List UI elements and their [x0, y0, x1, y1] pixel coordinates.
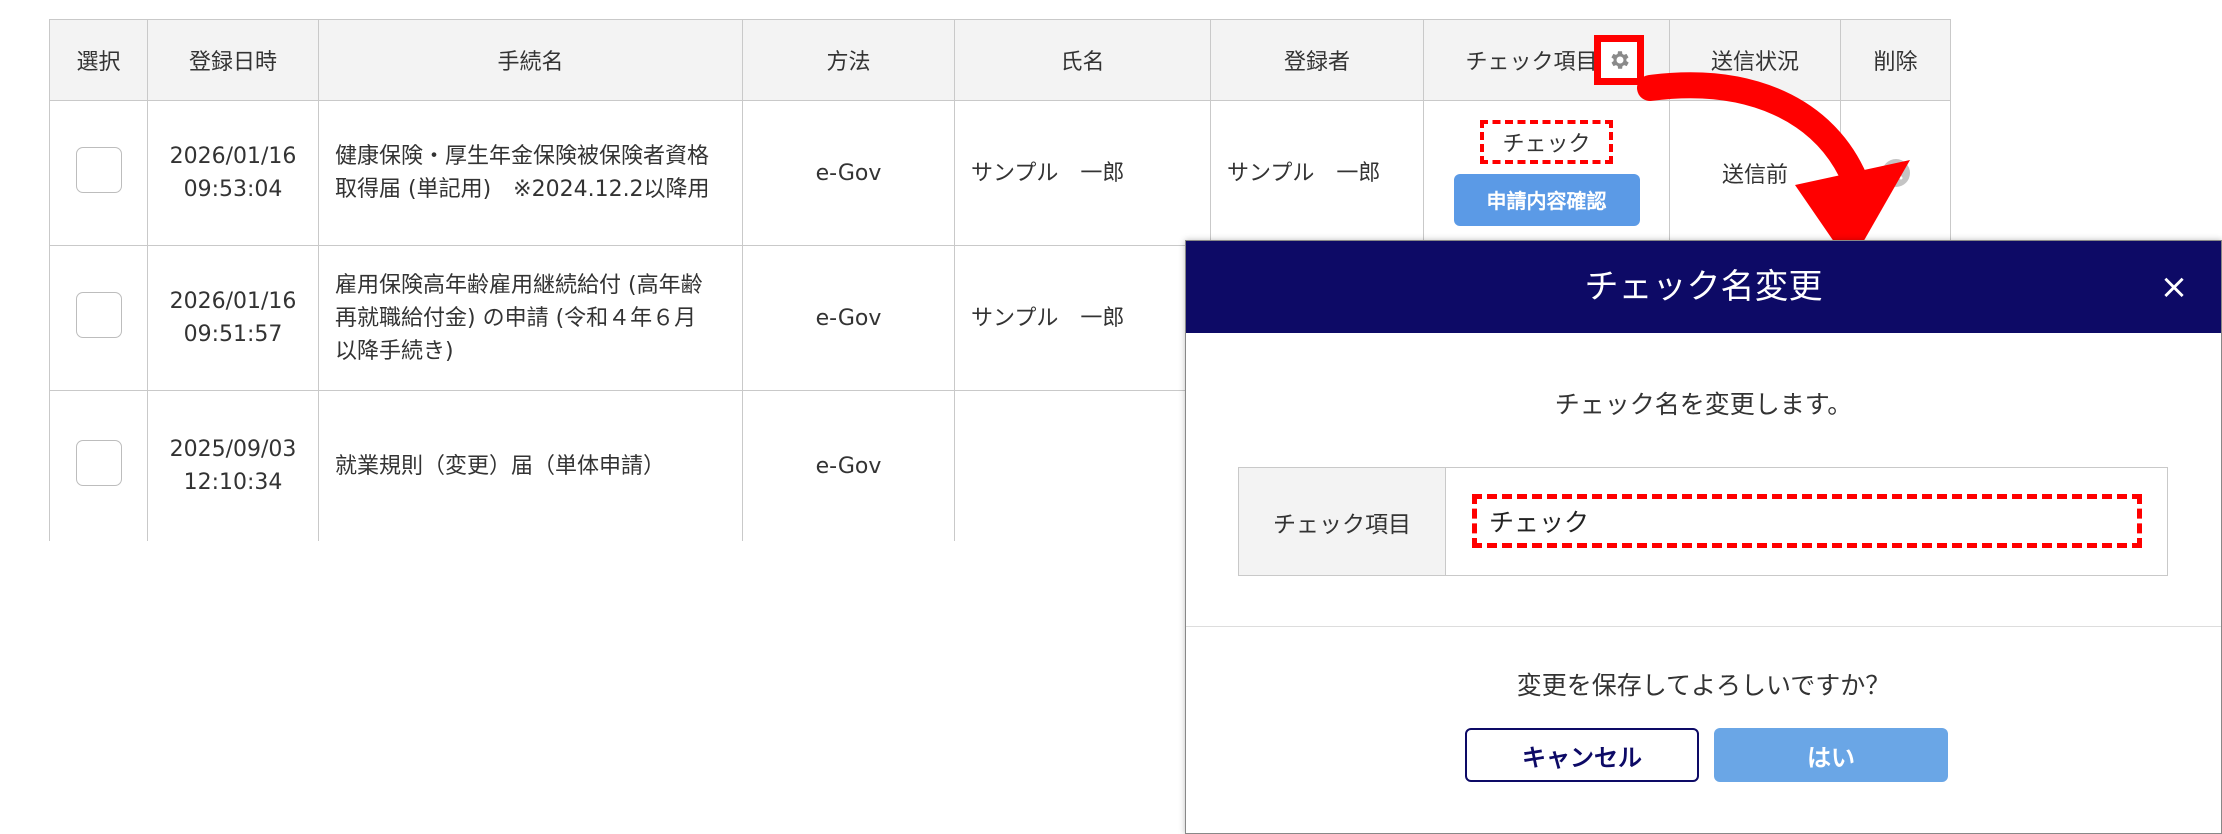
- dialog-header: チェック名変更 ×: [1186, 241, 2221, 333]
- procedure-text-line: 健康保険・厚生年金保険被保険者資格: [335, 144, 710, 169]
- registered-time: 09:51:57: [183, 322, 283, 347]
- registrant-cell: サンプル 一郎: [1210, 100, 1424, 246]
- procedure-cell: 就業規則（変更）届（単体申請）: [318, 390, 743, 541]
- registered-time: 09:53:04: [183, 177, 283, 202]
- method-cell: e-Gov: [742, 390, 955, 541]
- header-check-item-label: チェック項目: [1465, 50, 1598, 75]
- row-select-cell: [49, 100, 148, 246]
- header-registered-at: 登録日時: [147, 19, 319, 101]
- procedure-cell: 雇用保険高年齢雇用継続給付 (高年齢 再就職給付金) の申請 (令和４年６月 以…: [318, 245, 743, 391]
- name-cell: サンプル 一郎: [954, 100, 1211, 246]
- registered-date: 2026/01/16: [169, 144, 297, 169]
- yes-button[interactable]: はい: [1714, 728, 1948, 782]
- row-select-cell: [49, 390, 148, 541]
- name-cell: サンプル 一郎: [954, 245, 1211, 391]
- row-checkbox[interactable]: [75, 440, 122, 486]
- check-label: チェック: [1480, 120, 1613, 164]
- registered-date: 2026/01/16: [169, 289, 297, 314]
- procedure-text-line: 就業規則（変更）届（単体申請）: [335, 453, 666, 479]
- header-name: 氏名: [954, 19, 1211, 101]
- method-cell: e-Gov: [742, 245, 955, 391]
- cancel-button[interactable]: キャンセル: [1465, 728, 1699, 782]
- header-procedure: 手続名: [318, 19, 743, 101]
- procedure-text-line: 以降手続き): [335, 338, 454, 364]
- close-icon[interactable]: ×: [2149, 241, 2199, 333]
- registered-at-cell: 2025/09/03 12:10:34: [147, 390, 319, 541]
- check-item-field-row: チェック項目: [1238, 467, 2168, 576]
- registered-at-cell: 2026/01/16 09:53:04: [147, 100, 319, 246]
- field-label: チェック項目: [1239, 468, 1446, 575]
- procedure-text-line: 雇用保険高年齢雇用継続給付 (高年齢: [335, 272, 703, 298]
- field-input-wrap: [1446, 468, 2167, 575]
- procedure-cell: 健康保険・厚生年金保険被保険者資格 取得届 (単記用) ※2024.12.2以降…: [318, 100, 743, 246]
- registered-time: 12:10:34: [183, 470, 283, 495]
- method-cell: e-Gov: [742, 100, 955, 246]
- header-method: 方法: [742, 19, 955, 101]
- dialog-divider: [1186, 626, 2221, 627]
- procedure-text-line: 再就職給付金) の申請 (令和４年６月: [335, 305, 697, 331]
- rename-check-dialog: チェック名変更 × チェック名を変更します。 チェック項目 変更を保存してよろし…: [1185, 240, 2222, 834]
- row-checkbox[interactable]: [75, 147, 122, 193]
- header-select: 選択: [49, 19, 148, 101]
- procedure-text-line: 取得届 (単記用) ※2024.12.2以降用: [335, 177, 710, 202]
- dialog-message: チェック名を変更します。: [1554, 390, 1853, 419]
- table-bottom-mask: [0, 542, 1185, 834]
- check-name-input[interactable]: [1472, 494, 2142, 548]
- save-confirm-question: 変更を保存してよろしいですか？: [1516, 671, 1891, 700]
- header-registrant: 登録者: [1210, 19, 1424, 101]
- name-cell: [954, 390, 1211, 541]
- registered-at-cell: 2026/01/16 09:51:57: [147, 245, 319, 391]
- row-select-cell: [49, 245, 148, 391]
- row-checkbox[interactable]: [75, 292, 122, 338]
- dialog-title: チェック名変更: [1584, 267, 1823, 307]
- registered-date: 2025/09/03: [169, 437, 297, 462]
